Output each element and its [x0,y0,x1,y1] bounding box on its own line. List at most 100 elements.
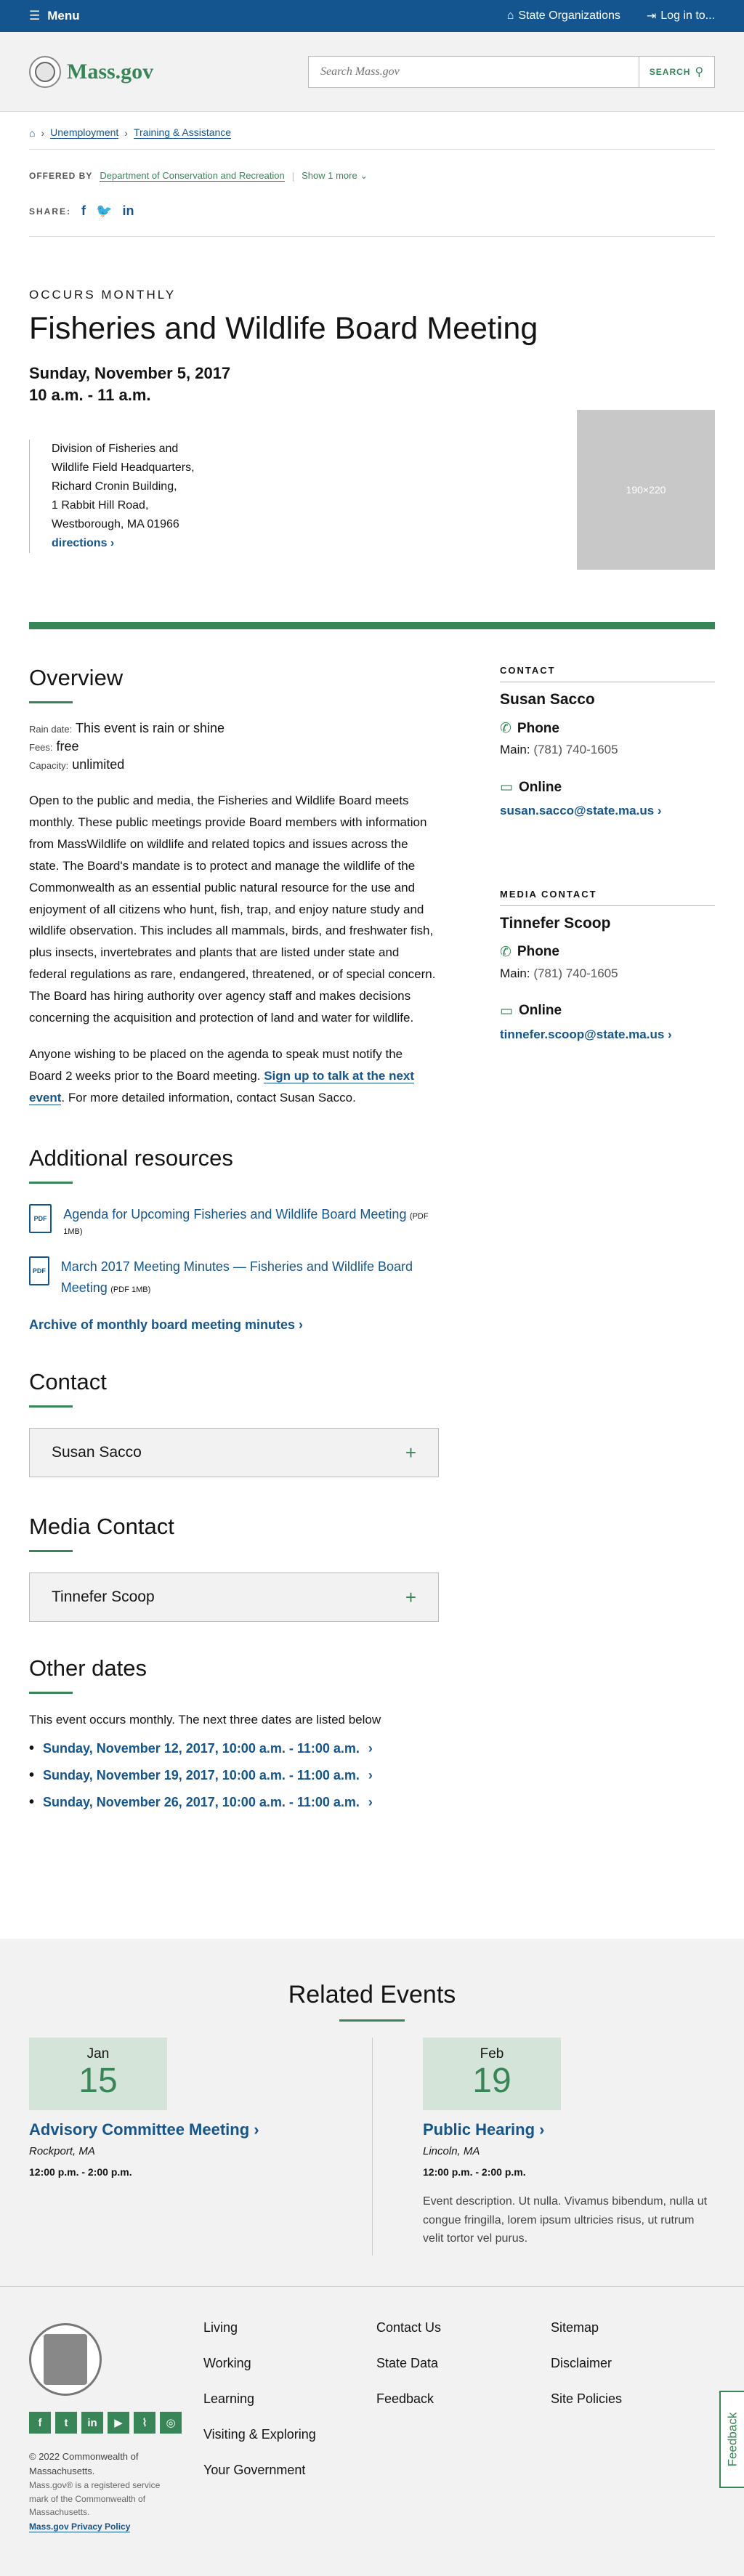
contact-name: Susan Sacco [500,691,595,708]
event-date-badge: Jan 15 [29,2038,167,2110]
breadcrumb-training[interactable]: Training & Assistance [133,126,232,139]
contact-phone: Main: (781) 740-1605 [500,743,618,756]
state-organizations-label: State Organizations [518,9,620,22]
footer-col-3: Sitemap Disclaimer Site Policies [551,2320,622,2427]
contact-accordion[interactable]: Susan Sacco + [29,1428,439,1478]
search-input[interactable] [309,56,639,87]
home-icon[interactable]: ⌂ [29,127,35,139]
event-time: 10 a.m. - 11 a.m. [29,386,151,404]
share-label: SHARE: [29,206,72,217]
contact-email-link[interactable]: susan.sacco@state.ma.us › [500,804,662,817]
address-line: 1 Rabbit Hill Road, [52,499,149,512]
page-title: Fisheries and Wildlife Board Meeting [29,311,538,346]
event-title-link[interactable]: Advisory Committee Meeting › [29,2120,259,2139]
phone-header: ✆ Phone [500,944,559,960]
media-contact-label: MEDIA CONTACT [500,889,715,906]
event-time: 12:00 p.m. - 2:00 p.m. [423,2166,526,2178]
footer-link[interactable]: Working [203,2356,316,2371]
footer-link[interactable]: Contact Us [376,2320,441,2335]
offered-by-org-link[interactable]: Department of Conservation and Recreatio… [100,170,285,182]
state-organizations-button[interactable]: ⌂ State Organizations [507,9,620,23]
footer-link[interactable]: Living [203,2320,316,2335]
youtube-icon[interactable]: ▶ [108,2412,129,2434]
linkedin-icon[interactable]: in [81,2412,103,2434]
footer-link[interactable]: Feedback [376,2391,441,2407]
divider-bar [29,622,715,629]
chevron-down-icon: ⌄ [360,170,368,181]
footer-link[interactable]: Disclaimer [551,2356,622,2371]
footer-link[interactable]: State Data [376,2356,441,2371]
footer-link[interactable]: Visiting & Exploring [203,2427,316,2442]
related-event-card: Feb 19 Public Hearing › Lincoln, MA 12:0… [423,2038,715,2248]
capacity: Capacity: unlimited [29,757,125,772]
linkedin-icon[interactable]: in [122,203,134,219]
chevron-right-icon: › [41,126,45,139]
media-phone: Main: (781) 740-1605 [500,966,618,980]
login-icon: ⇥ [646,10,657,23]
event-title-link[interactable]: Public Hearing › [423,2120,545,2139]
social-links: f t in ▶ ⌇ ◎ [29,2412,182,2434]
search-button-label: SEARCH [649,66,691,77]
pdf-icon: PDF [29,1256,49,1286]
date-link[interactable]: Sunday, November 26, 2017, 10:00 a.m. - … [43,1795,360,1810]
event-hero: OCCURS MONTHLY Fisheries and Wildlife Bo… [0,237,744,644]
site-logo[interactable]: Mass.gov [29,55,154,88]
online-header: ▭ Online [500,779,562,796]
plus-icon: + [405,1586,416,1608]
phone-icon: ✆ [500,944,512,960]
overview-heading: Overview [29,665,124,690]
event-location: Lincoln, MA [423,2145,480,2157]
instagram-icon[interactable]: ◎ [160,2412,182,2434]
twitter-icon[interactable]: 🐦 [96,203,112,219]
footer-copyright: © 2022 Commonwealth of Massachusetts. Ma… [29,2450,167,2534]
feedback-tab[interactable]: Feedback [719,2391,744,2488]
archive-link[interactable]: Archive of monthly board meeting minutes… [29,1317,303,1332]
search-button[interactable]: SEARCH ⚲ [639,56,714,87]
signup-paragraph: Anyone wishing to be placed on the agend… [29,1046,415,1105]
footer-link[interactable]: Sitemap [551,2320,622,2335]
share-bar: SHARE: f 🐦 in [0,182,744,219]
laptop-icon: ▭ [500,1003,513,1019]
rain-date: Rain date: This event is rain or shine [29,721,225,735]
offered-by-label: OFFERED BY [29,171,93,181]
date-link[interactable]: Sunday, November 12, 2017, 10:00 a.m. - … [43,1741,360,1756]
other-dates-list: Sunday, November 12, 2017, 10:00 a.m. - … [29,1740,439,1811]
offered-by: OFFERED BY Department of Conservation an… [29,170,368,182]
date-link[interactable]: Sunday, November 19, 2017, 10:00 a.m. - … [43,1768,360,1783]
address-line: Division of Fisheries and Wildlife Field… [52,443,195,493]
top-bar: ☰ Menu ⌂ State Organizations ⇥ Log in to..… [0,0,744,32]
breadcrumb-unemployment[interactable]: Unemployment [50,126,119,139]
show-more-button[interactable]: Show 1 more ⌄ [302,170,368,182]
privacy-policy-link[interactable]: Mass.gov Privacy Policy [29,2522,131,2533]
file-size: (PDF 1MB) [110,1285,151,1295]
rss-icon[interactable]: ⌇ [134,2412,155,2434]
login-button[interactable]: ⇥ Log in to... [647,9,715,23]
menu-button[interactable]: ☰ Menu [29,9,80,23]
related-events-heading: Related Events [288,1981,456,2008]
facebook-icon[interactable]: f [81,203,86,219]
footer-link[interactable]: Learning [203,2391,316,2407]
fees: Fees: free [29,739,79,754]
media-contact-accordion[interactable]: Tinnefer Scoop + [29,1572,439,1623]
footer-col-2: Contact Us State Data Feedback [376,2320,441,2427]
resource-link[interactable]: Agenda for Upcoming Fisheries and Wildli… [63,1207,406,1222]
event-image: 190×220 [577,410,715,570]
footer-link[interactable]: Your Government [203,2463,316,2478]
logo-text: Mass.gov [67,59,154,84]
footer-link[interactable]: Site Policies [551,2391,622,2407]
twitter-icon[interactable]: t [55,2412,77,2434]
breadcrumb: ⌂ › Unemployment › Training & Assistance [0,112,744,139]
event-description: Event description. Ut nulla. Vivamus bib… [423,2195,708,2245]
media-email-link[interactable]: tinnefer.scoop@state.ma.us › [500,1027,672,1041]
related-events: Related Events Jan 15 Advisory Committee… [0,1939,744,2286]
facebook-icon[interactable]: f [29,2412,51,2434]
media-contact-name: Tinnefer Scoop [500,914,611,932]
resource-item: PDF March 2017 Meeting Minutes — Fisheri… [29,1256,439,1299]
media-contact-heading: Media Contact [29,1514,174,1540]
event-location: Rockport, MA [29,2145,95,2157]
contact-name: Susan Sacco [52,1444,142,1461]
directions-link[interactable]: directions › [52,537,114,549]
related-event-card: Jan 15 Advisory Committee Meeting › Rock… [29,2038,320,2178]
address-line: Westborough, MA 01966 [52,518,179,531]
arrow-icon: › [110,537,115,550]
